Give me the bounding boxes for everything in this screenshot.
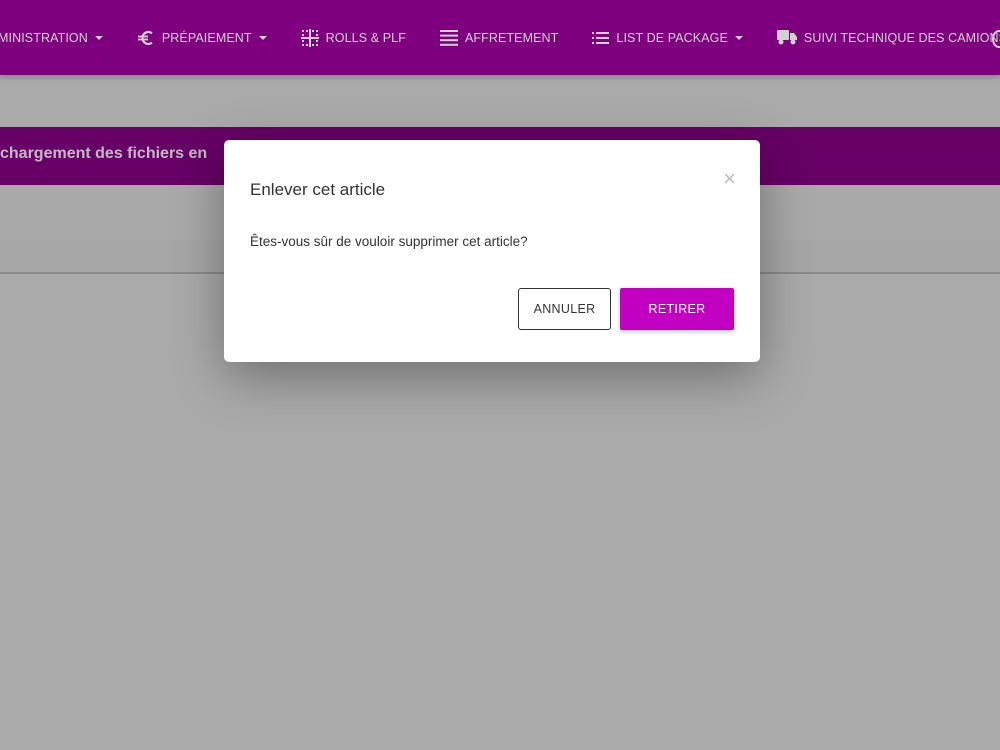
modal-backdrop[interactable] bbox=[0, 0, 1000, 750]
dialog-title: Enlever cet article bbox=[250, 180, 386, 199]
page: MINISTRATION PRÉPAIEMENT ROLLS & PLF AFF… bbox=[0, 0, 1000, 750]
confirm-remove-dialog: Enlever cet article × Êtes-vous sûr de v… bbox=[224, 140, 760, 362]
remove-button[interactable]: RETIRER bbox=[620, 288, 734, 330]
cancel-button[interactable]: ANNULER bbox=[518, 288, 611, 330]
close-icon[interactable]: × bbox=[723, 168, 736, 190]
dialog-message: Êtes-vous sûr de vouloir supprimer cet a… bbox=[250, 234, 528, 249]
